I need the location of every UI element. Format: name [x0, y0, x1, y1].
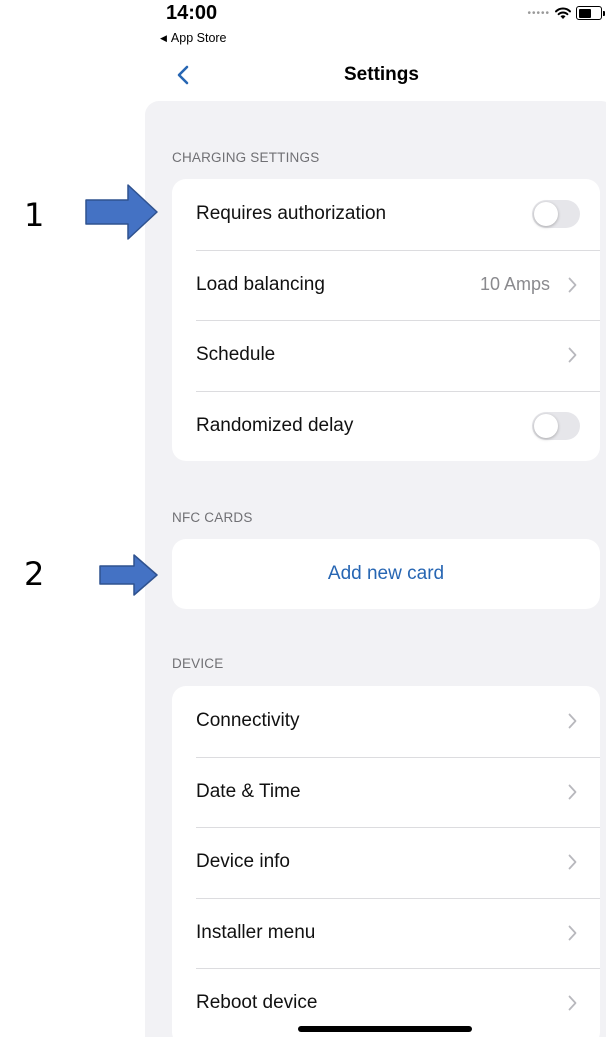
row-installer-menu[interactable]: Installer menu: [172, 897, 600, 969]
annotation-number-1: 1: [24, 196, 45, 234]
row-label: Reboot device: [196, 992, 318, 1014]
section-header-device: DEVICE: [172, 656, 224, 671]
chevron-left-icon: [177, 65, 189, 85]
status-indicators: •••••: [527, 6, 605, 20]
cellular-signal-icon: •••••: [527, 7, 550, 19]
row-label: Device info: [196, 851, 290, 873]
row-load-balancing[interactable]: Load balancing 10 Amps: [172, 249, 600, 321]
row-label: Date & Time: [196, 780, 301, 802]
row-date-time[interactable]: Date & Time: [172, 756, 600, 828]
row-randomized-delay: Randomized delay: [172, 390, 600, 462]
chevron-right-icon: [568, 994, 580, 1012]
device-card: Connectivity Date & Time Device info Ins…: [172, 686, 600, 1037]
randomized-delay-toggle[interactable]: [532, 411, 580, 440]
row-label: Connectivity: [196, 710, 300, 732]
add-new-card-button[interactable]: Add new card: [172, 539, 600, 609]
chevron-right-icon: [568, 276, 580, 294]
home-indicator: [298, 1026, 472, 1032]
wifi-icon: [555, 7, 571, 19]
row-device-info[interactable]: Device info: [172, 827, 600, 898]
load-balancing-value: 10 Amps: [479, 274, 550, 295]
annotation-arrow-2-icon: [99, 554, 158, 596]
battery-icon: [576, 6, 605, 20]
charging-settings-card: Requires authorization Load balancing 10…: [172, 179, 600, 461]
chevron-right-icon: [568, 712, 580, 730]
chevron-right-icon: [568, 783, 580, 801]
annotation-arrow-1-icon: [85, 184, 158, 240]
back-button[interactable]: [168, 58, 198, 92]
add-new-card-label: Add new card: [327, 563, 445, 584]
status-time: 14:00: [166, 2, 218, 24]
row-connectivity[interactable]: Connectivity: [172, 686, 600, 757]
chevron-right-icon: [568, 853, 580, 871]
chevron-right-icon: [568, 346, 580, 364]
requires-authorization-toggle[interactable]: [532, 200, 580, 229]
row-label: Requires authorization: [196, 203, 387, 225]
chevron-right-icon: [568, 924, 580, 942]
row-schedule[interactable]: Schedule: [172, 320, 600, 391]
page-title: Settings: [344, 64, 419, 85]
back-triangle-icon: ◀: [160, 32, 167, 43]
nfc-cards-card: Add new card: [172, 539, 600, 609]
row-label: Randomized delay: [196, 414, 354, 436]
back-app-label: App Store: [170, 31, 227, 45]
screen: 14:00 ◀ App Store ••••• Settings CHARGIN…: [0, 0, 606, 1037]
row-requires-authorization: Requires authorization: [172, 179, 600, 250]
row-label: Load balancing: [196, 273, 325, 295]
back-to-app-store-link[interactable]: ◀ App Store: [160, 31, 227, 45]
section-header-charging: CHARGING SETTINGS: [172, 150, 320, 165]
row-label: Installer menu: [196, 921, 316, 943]
section-header-nfc: NFC CARDS: [172, 510, 253, 525]
row-label: Schedule: [196, 344, 276, 366]
annotation-number-2: 2: [24, 555, 45, 593]
